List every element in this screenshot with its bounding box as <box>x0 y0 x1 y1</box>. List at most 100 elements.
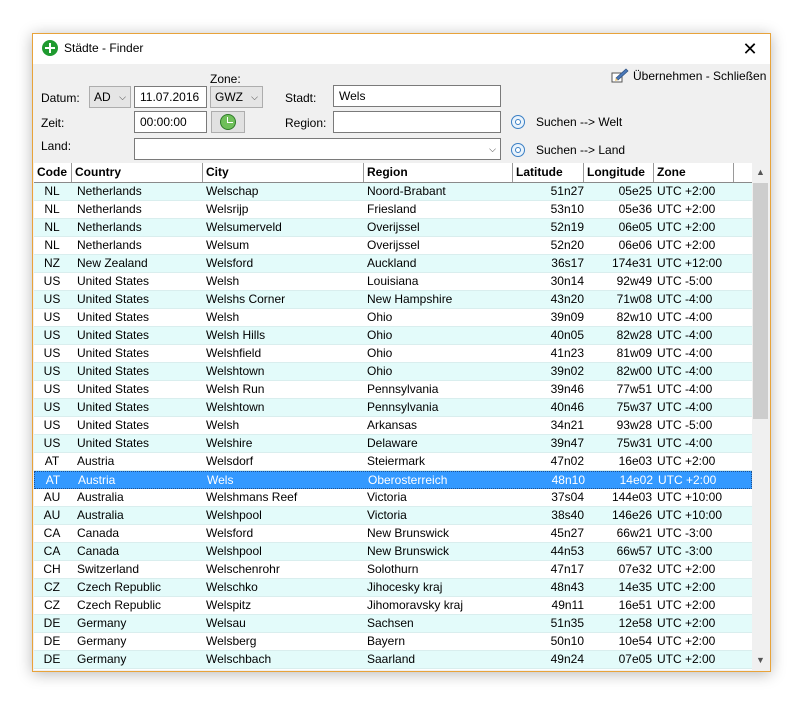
cell-latitude: 40n05 <box>550 328 584 342</box>
search-world-radio[interactable] <box>511 115 525 129</box>
scroll-thumb[interactable] <box>753 183 768 419</box>
cell-city: Wels <box>207 473 234 487</box>
table-row[interactable]: US United States Welshtown Pennsylvania 40n4… <box>34 399 752 417</box>
table-row[interactable]: US United States Welsh Run Pennsylvania 39n4… <box>34 381 752 399</box>
cell-code: US <box>43 292 61 306</box>
table-row[interactable]: US United States Welsh Arkansas 34n21 93w28 UT… <box>34 417 752 435</box>
cell-longitude: 71w08 <box>616 292 652 306</box>
search-world-label[interactable]: Suchen --> Welt <box>536 115 622 129</box>
vertical-scrollbar[interactable]: ▲ ▼ <box>752 163 769 670</box>
cell-code: CH <box>43 562 61 576</box>
table-row[interactable]: NZ New Zealand Welsford Auckland 36s17 174e31… <box>34 255 752 273</box>
era-value: AD <box>94 90 111 104</box>
cell-longitude: 07e32 <box>618 562 652 576</box>
cell-code: US <box>43 346 61 360</box>
table-row[interactable]: AU Australia Welshmans Reef Victoria 37s04 14… <box>34 489 752 507</box>
column-header-zone[interactable]: Zone <box>654 163 734 182</box>
current-time-button[interactable] <box>211 111 245 133</box>
cell-longitude: 66w21 <box>616 526 652 540</box>
table-row[interactable]: NL Netherlands Welsrijp Friesland 53n10 05e36… <box>34 201 752 219</box>
table-row[interactable]: CA Canada Welsford New Brunswick 45n27 66w21 U… <box>34 525 752 543</box>
column-header-city[interactable]: City <box>203 163 364 182</box>
cell-city: Welsau <box>206 616 246 630</box>
cell-zone: UTC -4:00 <box>657 328 713 342</box>
cell-latitude: 30n14 <box>550 274 584 288</box>
apply-close-button[interactable]: Übernehmen - Schließen <box>633 69 766 83</box>
cell-longitude: 10e54 <box>618 634 652 648</box>
add-circle-icon <box>42 40 58 56</box>
column-header-region[interactable]: Region <box>364 163 513 182</box>
table-row[interactable]: US United States Welshire Delaware 39n47 75w3… <box>34 435 752 453</box>
table-row[interactable]: DE Germany Welschbach Saarland 49n24 07e05 UTC… <box>34 651 752 669</box>
table-row[interactable]: DE Germany Welsberg Bayern 50n10 10e54 UTC +2:… <box>34 633 752 651</box>
table-row[interactable]: AU Australia Welshpool Victoria 38s40 146e26 U… <box>34 507 752 525</box>
cell-city: Welshfield <box>206 346 262 360</box>
close-button[interactable]: ✕ <box>730 34 770 64</box>
cell-zone: UTC -5:00 <box>657 418 713 432</box>
date-field[interactable]: 11.07.2016 <box>134 86 207 108</box>
column-header-code[interactable]: Code <box>34 163 72 182</box>
search-country-label[interactable]: Suchen --> Land <box>536 143 625 157</box>
cell-region: Ohio <box>367 364 393 378</box>
cell-zone: UTC -4:00 <box>657 400 713 414</box>
cell-zone: UTC +2:00 <box>657 184 716 198</box>
table-row[interactable]: CZ Czech Republic Welspitz Jihomoravsky kra… <box>34 597 752 615</box>
cell-latitude: 37s04 <box>551 490 584 504</box>
title-bar: Städte - Finder ✕ <box>33 34 770 64</box>
table-row[interactable]: NL Netherlands Welsum Overijssel 52n20 06e06 U… <box>34 237 752 255</box>
city-finder-window: Städte - Finder ✕ Übernehmen - Schließen… <box>32 33 771 672</box>
region-input[interactable] <box>333 111 501 133</box>
cell-region: Oberosterreich <box>368 473 448 487</box>
cell-city: Welsh <box>206 274 240 288</box>
table-row[interactable]: US United States Welsh Louisiana 30n14 92w49 U… <box>34 273 752 291</box>
cell-city: Welschbach <box>206 652 272 666</box>
table-row[interactable]: AT Austria Welsdorf Steiermark 47n02 16e03 UTC… <box>34 453 752 471</box>
table-row[interactable]: CH Switzerland Welschenrohr Solothurn 47n17 0… <box>34 561 752 579</box>
cell-code: DE <box>43 634 61 648</box>
cell-latitude: 49n11 <box>551 598 584 612</box>
cell-region: Saarland <box>367 652 416 666</box>
cell-city: Welspitz <box>206 598 252 612</box>
column-header-longitude[interactable]: Longitude <box>584 163 654 182</box>
era-select[interactable]: AD ⌵ <box>89 86 131 108</box>
time-label: Zeit: <box>41 116 65 130</box>
zone-select[interactable]: GWZ ⌵ <box>210 86 263 108</box>
column-header-latitude[interactable]: Latitude <box>513 163 584 182</box>
cell-longitude: 146e26 <box>611 508 652 522</box>
cell-longitude: 174e31 <box>611 256 652 270</box>
search-country-radio[interactable] <box>511 143 525 157</box>
cell-region: New Hampshire <box>367 292 453 306</box>
table-row[interactable]: US United States Welshtown Ohio 39n02 82w00 UT… <box>34 363 752 381</box>
table-row[interactable]: US United States Welshs Corner New Hampshir… <box>34 291 752 309</box>
cell-longitude: 81w09 <box>616 346 652 360</box>
table-row[interactable]: US United States Welsh Ohio 39n09 82w10 UTC -4… <box>34 309 752 327</box>
cell-city: Welshtown <box>206 400 265 414</box>
city-input[interactable]: Wels <box>333 85 501 107</box>
cell-zone: UTC +2:00 <box>657 634 716 648</box>
scroll-down-arrow-icon[interactable]: ▼ <box>752 655 769 667</box>
cell-country: Canada <box>77 544 120 558</box>
table-row[interactable]: NL Netherlands Welsumerveld Overijssel 52n19… <box>34 219 752 237</box>
cell-longitude: 14e02 <box>619 473 653 487</box>
edit-icon[interactable] <box>611 68 629 84</box>
cell-code: US <box>43 310 61 324</box>
cell-region: Overijssel <box>367 238 420 252</box>
table-row[interactable]: CA Canada Welshpool New Brunswick 44n53 66w57… <box>34 543 752 561</box>
scroll-up-arrow-icon[interactable]: ▲ <box>752 167 769 179</box>
time-field[interactable]: 00:00:00 <box>134 111 207 133</box>
table-row[interactable]: US United States Welshfield Ohio 41n23 81w09 U… <box>34 345 752 363</box>
table-row[interactable]: US United States Welsh Hills Ohio 40n05 82w28… <box>34 327 752 345</box>
table-row[interactable]: DE Germany Welsau Sachsen 51n35 12e58 UTC +2:0… <box>34 615 752 633</box>
cell-longitude: 12e58 <box>618 616 652 630</box>
cell-longitude: 66w57 <box>616 544 652 558</box>
table-row[interactable]: NL Netherlands Welschap Noord-Brabant 51n27 0… <box>34 183 752 201</box>
table-row[interactable]: CZ Czech Republic Welschko Jihocesky kraj 48… <box>34 579 752 597</box>
cell-latitude: 39n09 <box>550 310 584 324</box>
cell-zone: UTC +2:00 <box>657 220 716 234</box>
table-row-selected[interactable]: AT Austria Wels Oberosterreich 48n10 14e02 UTC… <box>34 471 752 489</box>
cell-longitude: 82w10 <box>616 310 652 324</box>
cell-latitude: 51n35 <box>550 616 584 630</box>
cell-zone: UTC +2:00 <box>657 562 716 576</box>
column-header-country[interactable]: Country <box>72 163 203 182</box>
country-select[interactable]: ⌵ <box>134 138 501 160</box>
